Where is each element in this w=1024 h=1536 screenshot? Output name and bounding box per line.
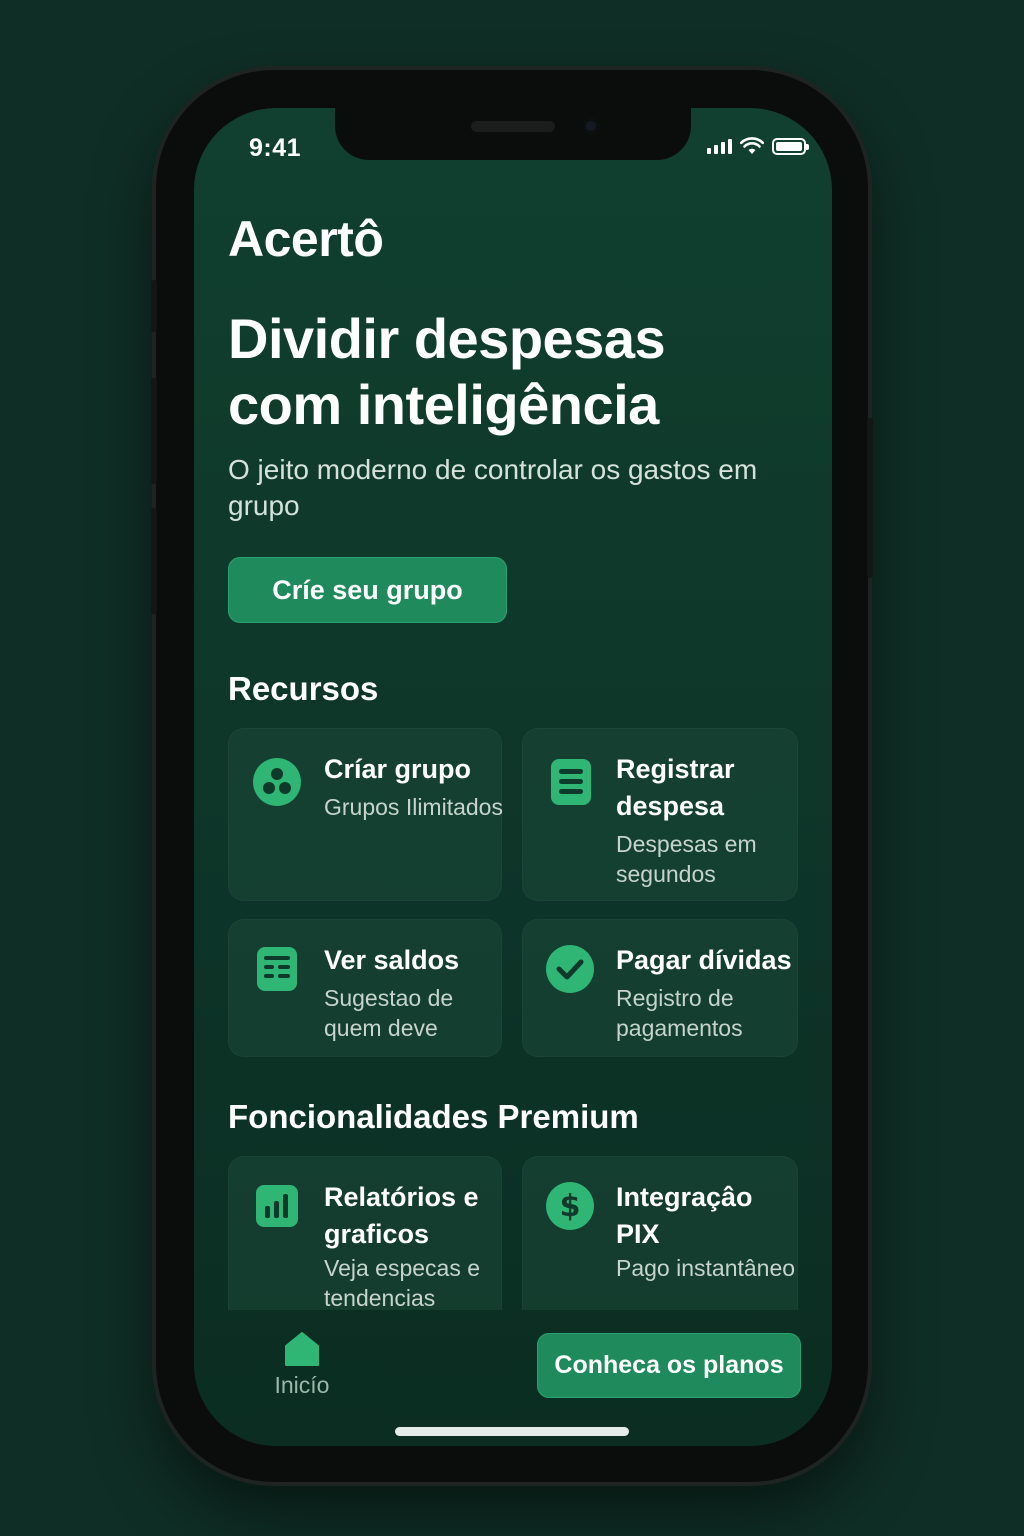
premium-card-reports[interactable]: Relatórios e graficos Veja especas e ten… (228, 1156, 502, 1310)
tab-home-label: Inicío (274, 1372, 330, 1398)
create-group-button[interactable]: Críe seu grupo (228, 557, 507, 623)
hero-subtitle: O jeito moderno de controlar os gastos e… (228, 454, 758, 521)
card-description: Despesas em segundos (616, 831, 757, 887)
notch (335, 108, 691, 160)
resource-card-register-expense[interactable]: Registrar despesa Despesas em segundos (522, 728, 798, 901)
card-description: Veja especas e tendencias (324, 1255, 481, 1310)
balance-icon (257, 947, 297, 991)
app-title: Acertô (228, 211, 384, 267)
status-icons (707, 137, 809, 155)
home-indicator (395, 1427, 629, 1436)
screen: 9:41 Acertô Dividir despesas com intelig… (194, 108, 832, 1446)
card-description: Registro de pagamentos (616, 985, 743, 1041)
view-plans-button[interactable]: Conheca os planos (537, 1333, 801, 1398)
tab-home[interactable]: Inicío (254, 1330, 350, 1399)
resources-title: Recursos (228, 670, 379, 707)
check-icon (546, 945, 594, 993)
battery-icon (772, 137, 809, 155)
power-button (867, 418, 873, 578)
mute-switch (151, 280, 157, 332)
card-title: Integraçâo PIX (616, 1182, 753, 1249)
card-title: Registrar despesa (616, 754, 735, 821)
resource-card-view-balances[interactable]: Ver saldos Sugestao de quem deve (228, 919, 502, 1057)
premium-title: Foncionalidades Premium (228, 1098, 639, 1135)
group-icon (253, 758, 301, 806)
cellular-signal-icon (707, 138, 732, 154)
bar-chart-icon (256, 1185, 298, 1227)
card-description: Grupos Ilimitados (324, 794, 503, 820)
volume-up-button (151, 378, 157, 484)
stage: 9:41 Acertô Dividir despesas com intelig… (0, 0, 1024, 1536)
hero-headline: Dividir despesas com inteligência (228, 307, 666, 436)
card-description: Sugestao de quem deve (324, 985, 454, 1041)
dollar-icon: $ (546, 1182, 594, 1230)
speaker (471, 121, 555, 132)
camera (583, 118, 599, 134)
premium-list: Relatórios e graficos Veja especas e ten… (194, 1150, 832, 1310)
wifi-icon (740, 137, 764, 154)
card-title: Ver saldos (324, 945, 460, 975)
home-icon (285, 1332, 319, 1366)
bottom-bar: Inicío Conheca os planos (194, 1310, 832, 1446)
svg-text:$: $ (560, 1189, 581, 1224)
card-description: Pago instantâneo (616, 1255, 796, 1281)
list-icon (551, 759, 591, 805)
volume-down-button (151, 508, 157, 614)
resource-card-create-group[interactable]: Críar grupo Grupos Ilimitados (228, 728, 503, 901)
card-title: Pagar dívidas (616, 945, 792, 975)
card-title: Relatórios e graficos (324, 1182, 479, 1249)
resource-card-pay-debts[interactable]: Pagar dívidas Registro de pagamentos (522, 919, 798, 1057)
card-title: Críar grupo (324, 754, 472, 784)
status-time: 9:41 (249, 134, 302, 162)
premium-card-pix[interactable]: $ Integraçâo PIX Pago instantâneo (522, 1156, 798, 1310)
